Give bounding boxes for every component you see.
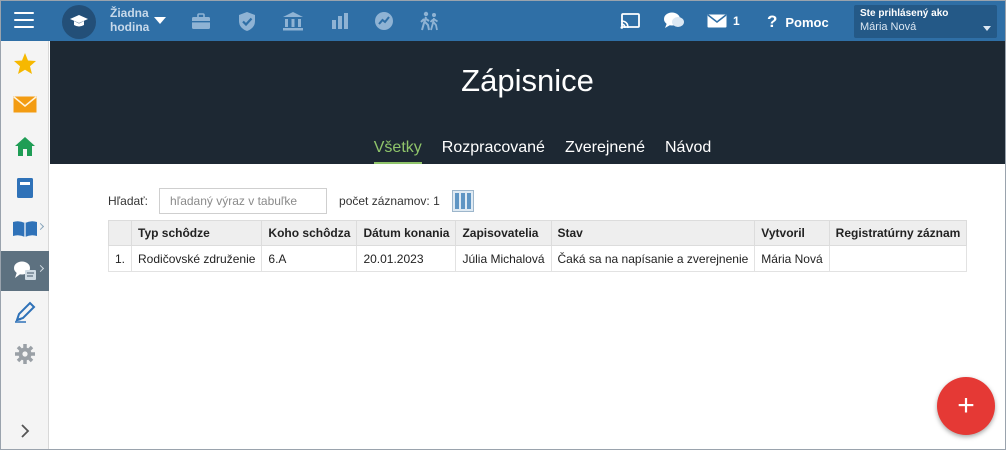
tab-guide[interactable]: Návod [665,139,711,164]
chevron-down-icon[interactable] [154,17,166,24]
current-lesson[interactable]: Žiadna hodina [110,6,149,34]
add-minutes-button[interactable]: + [937,377,995,435]
search-label: Hľadať: [108,194,149,208]
column-header-whose-meeting[interactable]: Koho schôdza [261,220,358,246]
help-button[interactable]: ? Pomoc [767,12,829,32]
walking-people-icon[interactable] [419,10,441,32]
tab-published[interactable]: Zverejnené [565,139,645,164]
graduation-cap-icon[interactable] [62,5,96,39]
messages-button[interactable]: 1 [707,10,747,32]
page-title: Zápisnice [461,63,594,98]
app-window: Žiadna hodina 1 ? Pomoc Ste prihlásený a… [0,0,1006,450]
tab-in-progress[interactable]: Rozpracované [442,139,545,164]
table-toolbar: Hľadať: počet záznamov: 1 [108,188,474,214]
cell-whose-meeting: 6.A [261,245,358,272]
column-header-recorders[interactable]: Zapisovatelia [455,220,552,246]
sidebar-item-class-book[interactable] [1,168,49,208]
sidebar-item-settings[interactable] [1,334,49,374]
chat-icon[interactable] [663,10,685,32]
cell-registry-record [828,245,968,272]
bank-icon[interactable] [282,10,304,32]
table-row[interactable]: 1. Rodičovské združenie 6.A 20.01.2023 J… [107,245,968,272]
sidebar-item-grades[interactable] [1,292,49,332]
help-label: Pomoc [785,14,829,30]
cell-status: Čaká sa na napísanie a zverejnenie [550,245,756,272]
column-header-index [107,220,133,246]
sidebar-item-messages[interactable] [1,84,49,124]
sidebar [1,41,49,449]
shield-icon[interactable] [236,10,258,32]
question-icon: ? [767,12,778,31]
column-header-status[interactable]: Stav [550,220,756,246]
lesson-line-1: Žiadna [110,6,149,20]
table-header-row: Typ schôdze Koho schôdza Dátum konania Z… [107,220,968,246]
cell-meeting-type: Rodičovské združenie [131,245,263,272]
gear-icon [15,344,35,364]
chevron-down-icon [983,26,991,31]
messages-count: 1 [733,14,740,28]
bar-chart-icon[interactable] [329,10,351,32]
sidebar-item-meeting-minutes[interactable] [1,251,49,291]
top-bar: Žiadna hodina 1 ? Pomoc Ste prihlásený a… [1,1,1005,41]
logged-in-label: Ste prihlásený ako [860,8,949,19]
chevron-right-icon [21,424,30,438]
column-header-registry-record[interactable]: Registratúrny záznam [828,220,968,246]
cell-recorders: Júlia Michalová [455,245,552,272]
tab-all[interactable]: Všetky [373,139,422,164]
page-header: Zápisnice Všetky Rozpracované Zverejnené… [50,41,1005,164]
sidebar-expand-button[interactable] [1,411,49,449]
tab-bar: Všetky Rozpracované Zverejnené Návod [50,139,1005,164]
cell-created-by: Mária Nová [754,245,830,272]
sidebar-item-favorites[interactable] [1,43,49,83]
cell-index: 1. [107,245,133,272]
chevron-right-icon [36,264,45,273]
envelope-icon [707,14,727,28]
user-name: Mária Nová [860,21,917,33]
column-settings-button[interactable] [451,190,474,212]
meeting-minutes-icon [14,261,36,280]
star-icon [14,52,36,74]
column-header-created-by[interactable]: Vytvoril [754,220,830,246]
notebook-icon [17,178,33,198]
chart-badge-icon[interactable] [373,10,395,32]
user-menu[interactable]: Ste prihlásený ako Mária Nová [854,5,997,38]
sidebar-item-home[interactable] [1,126,49,166]
column-header-date[interactable]: Dátum konania [356,220,457,246]
record-count: počet záznamov: 1 [339,194,440,208]
home-icon [15,136,35,156]
sidebar-item-curriculum[interactable] [1,209,49,249]
menu-icon[interactable] [14,12,34,28]
lesson-line-2: hodina [110,20,150,34]
cell-date: 20.01.2023 [356,245,457,272]
pen-icon [15,301,36,323]
briefcase-icon[interactable] [190,10,212,32]
cast-icon[interactable] [619,10,641,32]
open-book-icon [13,221,37,237]
minutes-table: Typ schôdze Koho schôdza Dátum konania Z… [107,220,968,272]
chevron-right-icon [36,222,45,231]
column-header-meeting-type[interactable]: Typ schôdze [131,220,263,246]
search-input[interactable] [159,188,328,214]
envelope-icon [13,95,37,112]
